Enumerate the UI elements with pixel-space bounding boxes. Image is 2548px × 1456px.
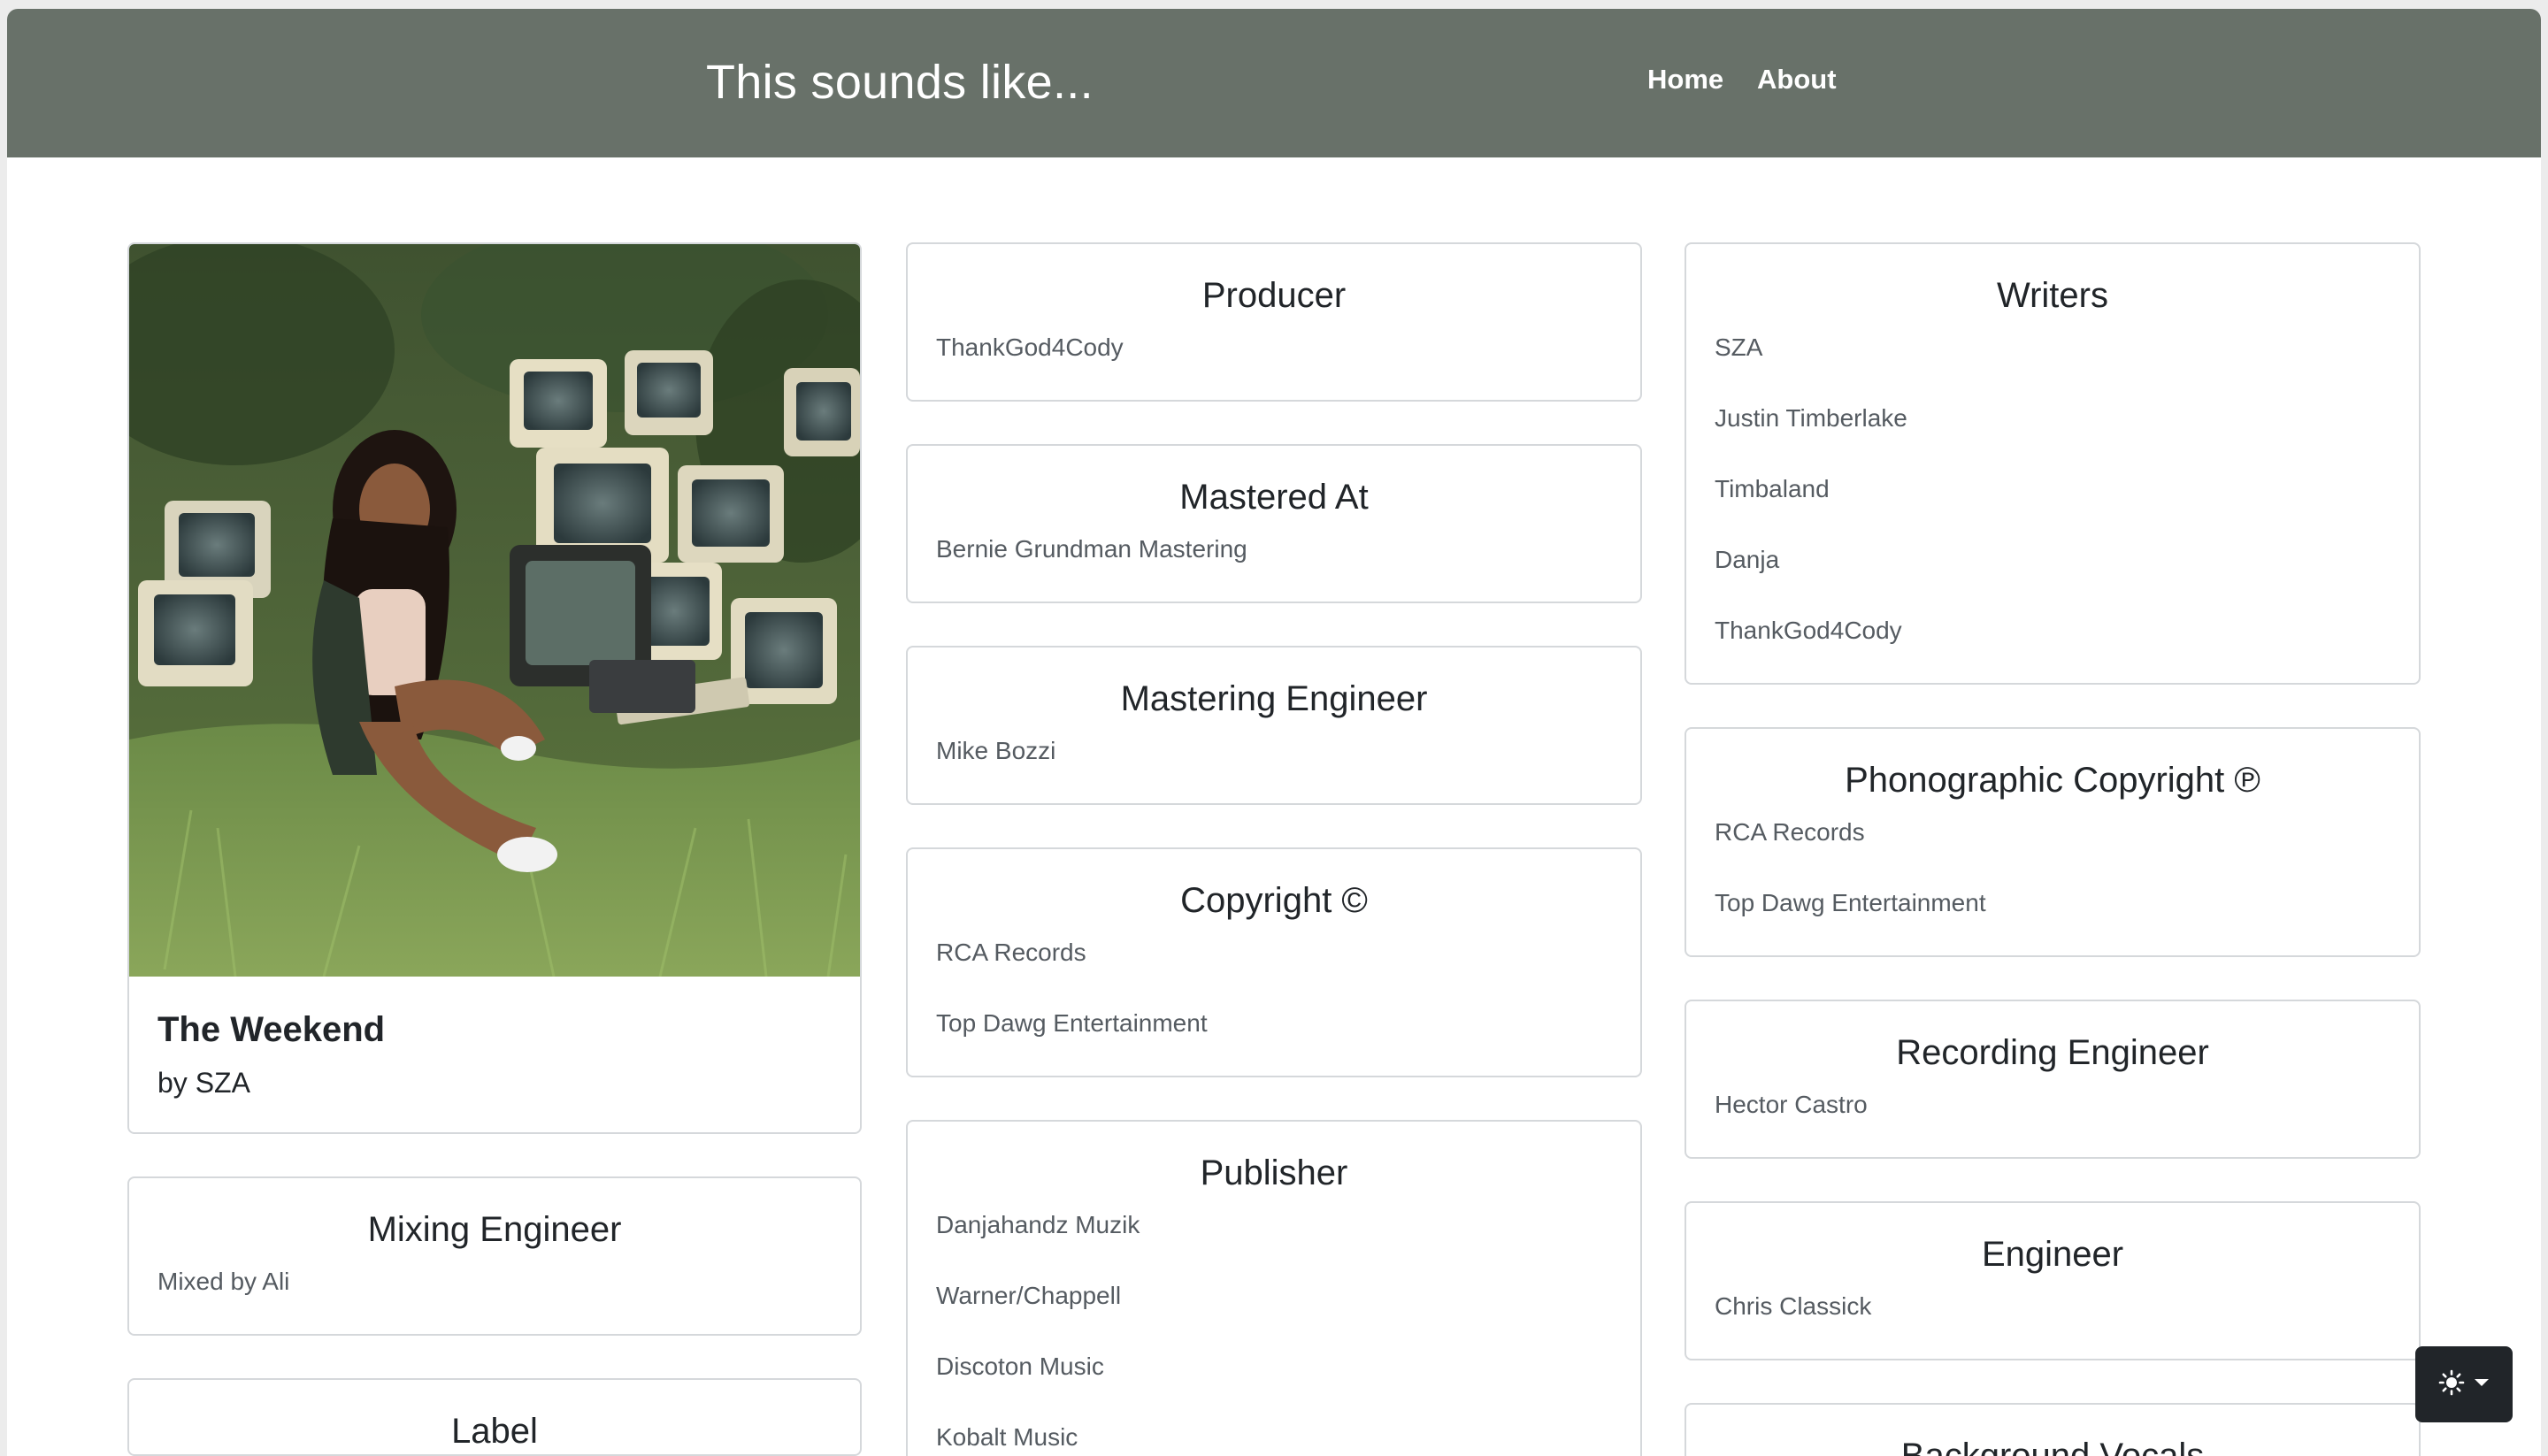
album-card: The Weekend by SZA (127, 242, 862, 1134)
credit-item: ThankGod4Cody (936, 333, 1124, 361)
card-title: Mastered At (1179, 478, 1369, 517)
credit-item: RCA Records (1715, 818, 1865, 846)
card-title: Engineer (1981, 1235, 2124, 1274)
credit-item: Mixed by Ali (157, 1268, 290, 1295)
card-mixing-engineer: Mixing Engineer Mixed by Ali (127, 1176, 862, 1336)
card-title: Copyright © (1180, 881, 1368, 920)
credit-item: Top Dawg Entertainment (1715, 889, 1986, 916)
nav-link-home[interactable]: Home (1647, 64, 1723, 96)
credit-item: Chris Classick (1715, 1292, 1872, 1320)
card-mastering-engineer: Mastering Engineer Mike Bozzi (906, 646, 1642, 805)
card-title: Phonographic Copyright ℗ (1845, 761, 2260, 800)
card-publisher: Publisher Danjahandz Muzik Warner/Chappe… (906, 1120, 1642, 1456)
credit-item: Warner/Chappell (936, 1282, 1122, 1309)
card-background-vocals: Background Vocals (1685, 1403, 2421, 1456)
browser-window: This sounds like... Home About The Weeke… (7, 9, 2541, 1456)
credit-item: Danjahandz Muzik (936, 1211, 1140, 1238)
credit-item: Bernie Grundman Mastering (936, 535, 1247, 563)
sun-icon (2438, 1369, 2465, 1400)
caret-down-icon (2474, 1376, 2490, 1392)
card-title: Recording Engineer (1896, 1033, 2209, 1072)
card-title: Mixing Engineer (367, 1210, 622, 1249)
album-cover-image (129, 244, 860, 977)
card-title: Mastering Engineer (1120, 679, 1428, 718)
card-title: Writers (1997, 276, 2108, 315)
credit-item: Discoton Music (936, 1353, 1104, 1380)
card-engineer: Engineer Chris Classick (1685, 1201, 2421, 1360)
album-artist: by SZA (157, 1067, 250, 1099)
card-recording-engineer: Recording Engineer Hector Castro (1685, 1000, 2421, 1159)
credit-item: Justin Timberlake (1715, 404, 1907, 432)
credit-item: Hector Castro (1715, 1091, 1868, 1118)
card-mastered-at: Mastered At Bernie Grundman Mastering (906, 444, 1642, 603)
card-writers: Writers SZA Justin Timberlake Timbaland … (1685, 242, 2421, 685)
album-title: The Weekend (157, 1010, 386, 1049)
brand-title[interactable]: This sounds like... (706, 55, 1094, 110)
credit-item: Timbaland (1715, 475, 1830, 502)
credit-item: Kobalt Music (936, 1423, 1078, 1451)
credit-item: Mike Bozzi (936, 737, 1056, 764)
nav-link-about[interactable]: About (1757, 64, 1837, 96)
card-title: Producer (1201, 276, 1347, 315)
credit-item: RCA Records (936, 939, 1086, 966)
card-title: Publisher (1200, 1153, 1348, 1192)
credit-item: Danja (1715, 546, 1780, 573)
card-title: Background Vocals (1900, 1437, 2205, 1456)
theme-toggle-button[interactable] (2415, 1346, 2513, 1422)
card-title: Label (451, 1412, 538, 1451)
credit-item: ThankGod4Cody (1715, 617, 1902, 644)
card-phonographic-copyright: Phonographic Copyright ℗ RCA Records Top… (1685, 727, 2421, 957)
credit-item: Top Dawg Entertainment (936, 1009, 1208, 1037)
card-producer: Producer ThankGod4Cody (906, 242, 1642, 402)
credit-item: SZA (1715, 333, 1763, 361)
card-copyright: Copyright © RCA Records Top Dawg Enterta… (906, 847, 1642, 1077)
navbar: This sounds like... Home About (7, 9, 2541, 157)
card-label: Label (127, 1378, 862, 1456)
